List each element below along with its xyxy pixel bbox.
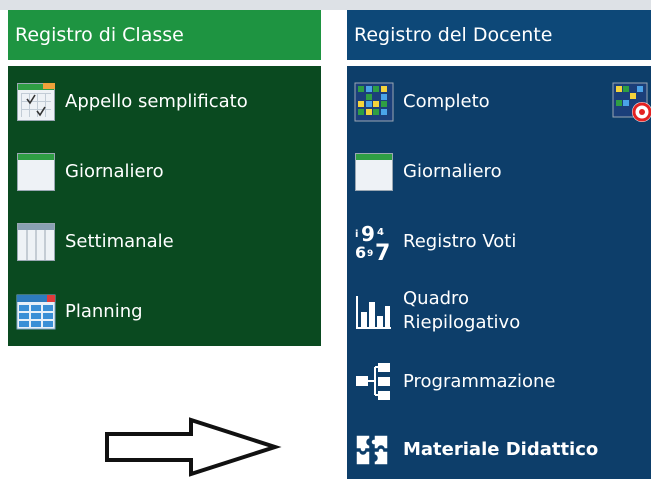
menu-item-materiale-didattico[interactable]: Materiale Didattico <box>353 429 598 471</box>
right-arrow-icon <box>105 417 282 477</box>
menu-item-label: Planning <box>65 301 143 322</box>
svg-text:7: 7 <box>375 241 390 263</box>
menu-item-quadro-riepilogativo[interactable]: Quadro Riepilogativo <box>353 287 520 335</box>
menu-item-label: Giornaliero <box>65 161 164 182</box>
menu-item-label: Materiale Didattico <box>403 439 599 460</box>
registro-classe-panel: Appello semplificato Giornaliero Settima… <box>8 66 321 346</box>
registro-classe-title: Registro di Classe <box>15 24 184 46</box>
menu-item-settimanale[interactable]: Settimanale <box>15 221 174 263</box>
planning-table-icon <box>15 291 57 333</box>
menu-item-label: Completo <box>403 91 490 112</box>
bar-chart-icon <box>353 290 395 332</box>
puzzle-icon <box>353 429 395 471</box>
svg-text:9: 9 <box>367 249 373 259</box>
menu-item-registro-voti[interactable]: i 9 4 6 9 7 Registro Voti <box>353 221 517 266</box>
svg-text:i: i <box>355 229 358 240</box>
label-line-1: Quadro <box>403 288 470 309</box>
menu-item-label: Registro Voti <box>403 231 517 252</box>
menu-item-label: Appello semplificato <box>65 91 248 112</box>
menu-item-giornaliero-docente[interactable]: Giornaliero <box>353 151 502 193</box>
menu-item-label: Programmazione <box>403 371 556 392</box>
menu-item-label: Quadro Riepilogativo <box>403 287 520 335</box>
registro-classe-header: Registro di Classe <box>8 10 321 60</box>
top-strip <box>0 0 651 10</box>
registro-docente-title: Registro del Docente <box>354 24 553 46</box>
menu-item-appello-semplificato[interactable]: Appello semplificato <box>15 81 248 123</box>
checklist-sheet-icon <box>15 81 57 123</box>
flowchart-icon <box>353 361 395 403</box>
label-line-2: Riepilogativo <box>403 312 521 333</box>
weekly-sheet-icon <box>15 221 57 263</box>
svg-text:4: 4 <box>377 227 384 238</box>
color-grid-icon <box>353 81 395 123</box>
menu-item-giornaliero-classe[interactable]: Giornaliero <box>15 151 164 193</box>
menu-item-programmazione[interactable]: Programmazione <box>353 361 555 403</box>
menu-item-label: Settimanale <box>65 231 174 252</box>
daily-sheet-icon <box>15 151 57 193</box>
menu-item-planning[interactable]: Planning <box>15 291 143 333</box>
menu-item-completo[interactable]: Completo <box>353 81 490 123</box>
registro-docente-header: Registro del Docente <box>347 10 651 60</box>
svg-text:6: 6 <box>355 243 366 262</box>
numbers-icon: i 9 4 6 9 7 <box>353 221 395 266</box>
daily-sheet-icon <box>353 151 395 193</box>
registro-docente-panel: Completo Giornaliero i 9 4 6 9 7 Registr… <box>347 66 651 479</box>
grid-target-icon[interactable] <box>611 81 651 123</box>
menu-item-label: Giornaliero <box>403 161 502 182</box>
